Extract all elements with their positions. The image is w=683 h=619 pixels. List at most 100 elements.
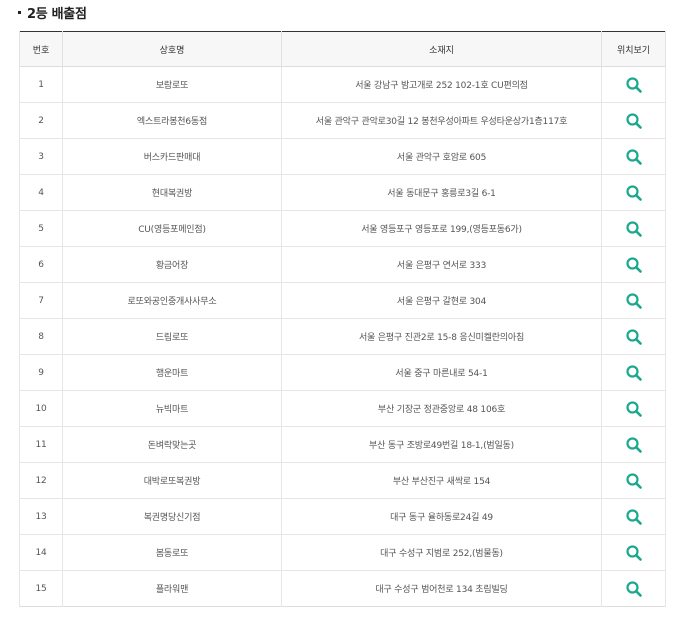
table-row: 1 보람로또 서울 강남구 밤고개로 252 102-1호 CU편의점 xyxy=(19,66,666,103)
title-bullet xyxy=(18,10,21,14)
search-icon xyxy=(625,148,642,165)
row-store-name: 보람로또 xyxy=(62,66,282,103)
row-map-cell xyxy=(601,354,666,391)
view-location-button[interactable] xyxy=(625,184,643,202)
view-location-button[interactable] xyxy=(625,292,643,310)
row-address: 서울 강남구 밤고개로 252 102-1호 CU편의점 xyxy=(281,66,602,103)
row-address: 서울 관악구 관악로30길 12 봉천우성아파트 우성타운상가1층117호 xyxy=(281,102,602,139)
row-number: 3 xyxy=(19,138,63,175)
row-map-cell xyxy=(601,282,666,319)
row-store-name: 복권명당신기점 xyxy=(62,498,282,535)
search-icon xyxy=(625,256,642,273)
search-icon xyxy=(625,508,642,525)
row-number: 9 xyxy=(19,354,63,391)
search-icon xyxy=(625,364,642,381)
row-store-name: 황금어장 xyxy=(62,246,282,283)
view-location-button[interactable] xyxy=(625,580,643,598)
table-row: 10 뉴빅마트 부산 기장군 정관중앙로 48 106호 xyxy=(19,390,666,427)
table-row: 5 CU(영등포메인점) 서울 영등포구 영등포로 199,(영등포동6가) xyxy=(19,210,666,247)
row-store-name: 현대복권방 xyxy=(62,174,282,211)
row-store-name: 엑스트라봉천6동점 xyxy=(62,102,282,139)
row-store-name: 드림로또 xyxy=(62,318,282,355)
table-row: 7 로또와공인중개사사무소 서울 은평구 갈현로 304 xyxy=(19,282,666,319)
section-title: 2등 배출점 xyxy=(18,2,87,22)
row-map-cell xyxy=(601,246,666,283)
search-icon xyxy=(625,400,642,417)
table-row: 8 드림로또 서울 은평구 진관2로 15-8 응신미켈란의아침 xyxy=(19,318,666,355)
view-location-button[interactable] xyxy=(625,436,643,454)
row-map-cell xyxy=(601,66,666,103)
row-map-cell xyxy=(601,498,666,535)
view-location-button[interactable] xyxy=(625,148,643,166)
row-address: 부산 부산진구 새싹로 154 xyxy=(281,462,602,499)
section-title-text: 2등 배출점 xyxy=(27,6,87,22)
row-map-cell xyxy=(601,534,666,571)
row-store-name: 플라워맨 xyxy=(62,570,282,607)
search-icon xyxy=(625,580,642,597)
row-address: 서울 동대문구 홍릉로3길 6-1 xyxy=(281,174,602,211)
row-store-name: CU(영등포메인점) xyxy=(62,210,282,247)
table-row: 3 버스카드판매대 서울 관악구 호암로 605 xyxy=(19,138,666,175)
row-address: 서울 중구 마른내로 54-1 xyxy=(281,354,602,391)
row-map-cell xyxy=(601,390,666,427)
table-body: 1 보람로또 서울 강남구 밤고개로 252 102-1호 CU편의점 2 엑스트라봉천… xyxy=(19,66,666,607)
row-number: 15 xyxy=(19,570,63,607)
view-location-button[interactable] xyxy=(625,256,643,274)
row-map-cell xyxy=(601,138,666,175)
row-number: 8 xyxy=(19,318,63,355)
table-header-row: 번호 상호명 소재지 위치보기 xyxy=(19,31,666,67)
view-location-button[interactable] xyxy=(625,400,643,418)
row-map-cell xyxy=(601,426,666,463)
row-number: 6 xyxy=(19,246,63,283)
view-location-button[interactable] xyxy=(625,76,643,94)
table-row: 13 복권명당신기점 대구 동구 율하동로24길 49 xyxy=(19,498,666,535)
table-row: 12 대박로또복권방 부산 부산진구 새싹로 154 xyxy=(19,462,666,499)
row-store-name: 대박로또복권방 xyxy=(62,462,282,499)
view-location-button[interactable] xyxy=(625,472,643,490)
row-number: 12 xyxy=(19,462,63,499)
header-address: 소재지 xyxy=(281,31,602,67)
row-store-name: 버스카드판매대 xyxy=(62,138,282,175)
row-number: 11 xyxy=(19,426,63,463)
row-address: 대구 동구 율하동로24길 49 xyxy=(281,498,602,535)
view-location-button[interactable] xyxy=(625,220,643,238)
row-store-name: 봄동로또 xyxy=(62,534,282,571)
header-name: 상호명 xyxy=(62,31,282,67)
search-icon xyxy=(625,292,642,309)
row-address: 서울 은평구 갈현로 304 xyxy=(281,282,602,319)
search-icon xyxy=(625,76,642,93)
row-store-name: 돈벼락맞는곳 xyxy=(62,426,282,463)
row-map-cell xyxy=(601,102,666,139)
header-number: 번호 xyxy=(19,31,63,67)
search-icon xyxy=(625,472,642,489)
view-location-button[interactable] xyxy=(625,364,643,382)
row-address: 서울 은평구 연서로 333 xyxy=(281,246,602,283)
row-number: 7 xyxy=(19,282,63,319)
view-location-button[interactable] xyxy=(625,544,643,562)
table-row: 14 봄동로또 대구 수성구 지범로 252,(범물동) xyxy=(19,534,666,571)
row-store-name: 뉴빅마트 xyxy=(62,390,282,427)
row-address: 대구 수성구 지범로 252,(범물동) xyxy=(281,534,602,571)
row-address: 서울 관악구 호암로 605 xyxy=(281,138,602,175)
view-location-button[interactable] xyxy=(625,112,643,130)
row-store-name: 행운마트 xyxy=(62,354,282,391)
row-number: 5 xyxy=(19,210,63,247)
row-address: 서울 영등포구 영등포로 199,(영등포동6가) xyxy=(281,210,602,247)
row-address: 서울 은평구 진관2로 15-8 응신미켈란의아침 xyxy=(281,318,602,355)
row-map-cell xyxy=(601,210,666,247)
search-icon xyxy=(625,220,642,237)
row-number: 14 xyxy=(19,534,63,571)
store-table: 번호 상호명 소재지 위치보기 1 보람로또 서울 강남구 밤고개로 252 102… xyxy=(19,31,666,607)
table-row: 11 돈벼락맞는곳 부산 동구 조방로49번길 18-1,(범일동) xyxy=(19,426,666,463)
search-icon xyxy=(625,436,642,453)
search-icon xyxy=(625,544,642,561)
table-row: 15 플라워맨 대구 수성구 범어천로 134 초림빌딩 xyxy=(19,570,666,607)
view-location-button[interactable] xyxy=(625,328,643,346)
table-row: 9 행운마트 서울 중구 마른내로 54-1 xyxy=(19,354,666,391)
view-location-button[interactable] xyxy=(625,508,643,526)
search-icon xyxy=(625,328,642,345)
search-icon xyxy=(625,112,642,129)
row-number: 2 xyxy=(19,102,63,139)
row-number: 1 xyxy=(19,66,63,103)
table-row: 4 현대복권방 서울 동대문구 홍릉로3길 6-1 xyxy=(19,174,666,211)
